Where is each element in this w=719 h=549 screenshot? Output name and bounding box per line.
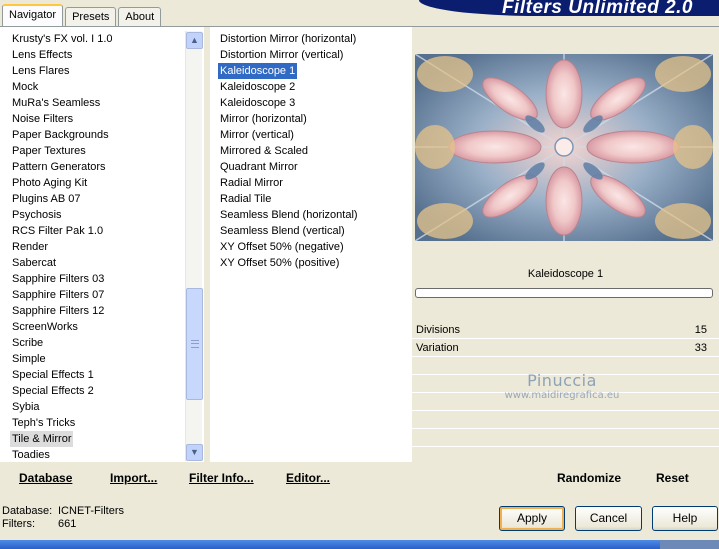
category-item[interactable]: Lens Flares xyxy=(10,63,184,79)
category-item[interactable]: Paper Textures xyxy=(10,143,184,159)
param-row-empty xyxy=(412,393,719,411)
filter-list[interactable]: Distortion Mirror (horizontal) Distortion… xyxy=(218,31,406,461)
scrollbar-thumb[interactable] xyxy=(186,288,203,400)
param-value[interactable]: 33 xyxy=(695,339,707,357)
category-item[interactable]: Scribe xyxy=(10,335,184,351)
scroll-up-icon[interactable]: ▲ xyxy=(186,32,203,49)
filter-item[interactable]: Distortion Mirror (vertical) xyxy=(218,47,406,63)
category-item[interactable]: Sybia xyxy=(10,399,184,415)
progress-bar xyxy=(415,288,713,298)
preview-image xyxy=(415,54,713,241)
param-row-empty xyxy=(412,411,719,429)
param-name: Divisions xyxy=(416,324,461,336)
database-value: ICNET-Filters xyxy=(58,505,124,517)
filters-count: 661 xyxy=(58,518,77,530)
database-label: Database: xyxy=(2,505,53,517)
divider xyxy=(204,27,210,463)
param-row-empty xyxy=(412,357,719,375)
category-item[interactable]: Noise Filters xyxy=(10,111,184,127)
taskbar xyxy=(0,540,719,549)
category-item[interactable]: Psychosis xyxy=(10,207,184,223)
filter-item[interactable]: Seamless Blend (horizontal) xyxy=(218,207,406,223)
cancel-button[interactable]: Cancel xyxy=(575,506,642,531)
status-area: Database: ICNET-Filters Filters: 661 xyxy=(2,505,124,531)
category-item[interactable]: Lens Effects xyxy=(10,47,184,63)
param-name: Variation xyxy=(416,342,459,354)
filter-item[interactable]: Radial Tile xyxy=(218,191,406,207)
category-item[interactable]: Photo Aging Kit xyxy=(10,175,184,191)
category-item[interactable]: Tile & Mirror xyxy=(10,431,74,447)
filter-info-link[interactable]: Filter Info... xyxy=(189,471,254,485)
randomize-button[interactable]: Randomize xyxy=(557,471,621,485)
scroll-down-icon[interactable]: ▼ xyxy=(186,444,203,461)
category-item[interactable]: MuRa's Seamless xyxy=(10,95,184,111)
filter-item[interactable]: Radial Mirror xyxy=(218,175,406,191)
bottom-link-bar: Database Import... Filter Info... Editor… xyxy=(0,462,719,490)
param-row-divisions[interactable]: Divisions 15 xyxy=(412,321,719,339)
category-item[interactable]: Special Effects 2 xyxy=(10,383,184,399)
category-scrollbar[interactable]: ▲ ▼ xyxy=(185,31,203,461)
navigator-panel: Krusty's FX vol. I 1.0 Lens Effects Lens F… xyxy=(0,26,719,490)
filter-item[interactable]: Mirrored & Scaled xyxy=(218,143,406,159)
apply-button[interactable]: Apply xyxy=(499,506,565,531)
filter-item[interactable]: Kaleidoscope 3 xyxy=(218,95,406,111)
editor-link[interactable]: Editor... xyxy=(286,471,330,485)
help-button[interactable]: Help xyxy=(652,506,718,531)
preview-panel: Kaleidoscope 1 Divisions 15 Variation 33 xyxy=(412,27,719,490)
category-item[interactable]: Mock xyxy=(10,79,184,95)
selected-filter-name: Kaleidoscope 1 xyxy=(527,268,604,280)
filter-item[interactable]: Quadrant Mirror xyxy=(218,159,406,175)
category-item[interactable]: Simple xyxy=(10,351,184,367)
category-item[interactable]: Teph's Tricks xyxy=(10,415,184,431)
category-item[interactable]: Sapphire Filters 12 xyxy=(10,303,184,319)
filter-item[interactable]: Seamless Blend (vertical) xyxy=(218,223,406,239)
category-item[interactable]: Krusty's FX vol. I 1.0 xyxy=(10,31,184,47)
filter-item[interactable]: Mirror (horizontal) xyxy=(218,111,406,127)
category-item[interactable]: Render xyxy=(10,239,184,255)
category-item[interactable]: Pattern Generators xyxy=(10,159,184,175)
app-title: Filters Unlimited 2.0 xyxy=(501,0,693,16)
param-row-variation[interactable]: Variation 33 xyxy=(412,339,719,357)
category-item[interactable]: Plugins AB 07 xyxy=(10,191,184,207)
category-item[interactable]: Toadies xyxy=(10,447,184,461)
category-list[interactable]: Krusty's FX vol. I 1.0 Lens Effects Lens F… xyxy=(10,31,184,461)
tab-about[interactable]: About xyxy=(118,7,162,26)
taskbar-button[interactable] xyxy=(660,540,719,549)
filters-label: Filters: xyxy=(2,518,35,530)
category-item[interactable]: Sapphire Filters 03 xyxy=(10,271,184,287)
filter-item[interactable]: Kaleidoscope 1 xyxy=(218,62,299,80)
param-value[interactable]: 15 xyxy=(695,321,707,339)
parameter-grid: Divisions 15 Variation 33 xyxy=(412,321,719,465)
tab-bar: Navigator Presets About xyxy=(2,4,163,26)
tab-navigator[interactable]: Navigator xyxy=(2,4,64,26)
category-item[interactable]: Sapphire Filters 07 xyxy=(10,287,184,303)
category-item[interactable]: ScreenWorks xyxy=(10,319,184,335)
category-item[interactable]: RCS Filter Pak 1.0 xyxy=(10,223,184,239)
app-title-banner: Filters Unlimited 2.0 xyxy=(419,0,719,16)
filter-item[interactable]: XY Offset 50% (positive) xyxy=(218,255,406,271)
kaleidoscope-preview xyxy=(415,54,713,241)
param-row-empty xyxy=(412,429,719,447)
category-item[interactable]: Special Effects 1 xyxy=(10,367,184,383)
category-item[interactable]: Sabercat xyxy=(10,255,184,271)
import-link[interactable]: Import... xyxy=(110,471,157,485)
filter-item[interactable]: XY Offset 50% (negative) xyxy=(218,239,406,255)
param-row-empty xyxy=(412,375,719,393)
filter-item[interactable]: Distortion Mirror (horizontal) xyxy=(218,31,406,47)
filter-item[interactable]: Kaleidoscope 2 xyxy=(218,79,406,95)
database-link[interactable]: Database xyxy=(19,471,72,485)
category-item[interactable]: Paper Backgrounds xyxy=(10,127,184,143)
tab-presets[interactable]: Presets xyxy=(65,7,117,26)
reset-button[interactable]: Reset xyxy=(656,471,689,485)
filter-item[interactable]: Mirror (vertical) xyxy=(218,127,406,143)
